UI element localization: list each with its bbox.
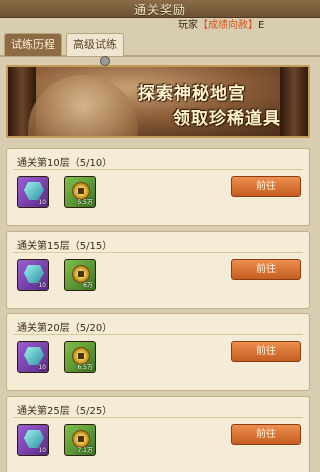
coin-reward-item[interactable]: 5.5万 <box>64 176 96 208</box>
card-divider <box>13 169 303 170</box>
promo-banner: 探索神秘地宫 领取珍稀道具 <box>6 65 310 138</box>
coin-reward-item[interactable]: 6万 <box>64 259 96 291</box>
marquee-prefix: 玩家 <box>178 20 198 30</box>
reward-card-title: 通关第15层（5/15） <box>17 241 113 252</box>
banner-arch-image <box>28 75 138 136</box>
gem-reward-item[interactable]: 10 <box>17 259 49 291</box>
banner-headline-1: 探索神秘地宫 <box>138 84 246 104</box>
coin-quantity: 6万 <box>83 282 93 289</box>
card-divider <box>13 334 303 335</box>
coin-quantity: 7.1万 <box>77 447 93 454</box>
coin-quantity: 6.5万 <box>77 364 93 371</box>
announcement-marquee: 玩家【成绩向赦】E <box>178 16 320 30</box>
banner-pin-icon <box>100 56 110 66</box>
go-button[interactable]: 前往 <box>231 341 301 362</box>
coin-reward-item[interactable]: 6.5万 <box>64 341 96 373</box>
gem-quantity: 10 <box>38 447 46 454</box>
banner-pillar-right <box>280 67 308 136</box>
marquee-player-name: 【成绩向赦】 <box>198 20 258 30</box>
reward-card-floor-25: 通关第25层（5/25） 10 7.1万 前往 <box>6 396 310 472</box>
gem-icon <box>24 347 44 365</box>
tab-advanced-trial[interactable]: 高级试练 <box>66 33 124 56</box>
card-divider <box>13 252 303 253</box>
coin-quantity: 5.5万 <box>77 199 93 206</box>
gem-quantity: 10 <box>38 282 46 289</box>
gem-icon <box>24 430 44 448</box>
gem-quantity: 10 <box>38 199 46 206</box>
reward-card-floor-15: 通关第15层（5/15） 10 6万 前往 <box>6 231 310 309</box>
reward-card-floor-20: 通关第20层（5/20） 10 6.5万 前往 <box>6 313 310 391</box>
go-button[interactable]: 前往 <box>231 424 301 445</box>
reward-card-title: 通关第10层（5/10） <box>17 158 113 169</box>
go-button[interactable]: 前往 <box>231 176 301 197</box>
marquee-suffix: E <box>258 20 265 30</box>
reward-card-title: 通关第20层（5/20） <box>17 323 113 334</box>
gem-icon <box>24 265 44 283</box>
gem-reward-item[interactable]: 10 <box>17 341 49 373</box>
card-divider <box>13 417 303 418</box>
tab-bar: 试练历程 高级试练 <box>0 33 320 57</box>
tab-trial-history[interactable]: 试练历程 <box>4 33 62 56</box>
gem-reward-item[interactable]: 10 <box>17 424 49 456</box>
go-button[interactable]: 前往 <box>231 259 301 280</box>
gem-quantity: 10 <box>38 364 46 371</box>
reward-card-floor-10: 通关第10层（5/10） 10 5.5万 前往 <box>6 148 310 226</box>
banner-headline-2: 领取珍稀道具 <box>173 109 281 129</box>
gem-icon <box>24 182 44 200</box>
reward-card-title: 通关第25层（5/25） <box>17 406 113 417</box>
coin-reward-item[interactable]: 7.1万 <box>64 424 96 456</box>
gem-reward-item[interactable]: 10 <box>17 176 49 208</box>
